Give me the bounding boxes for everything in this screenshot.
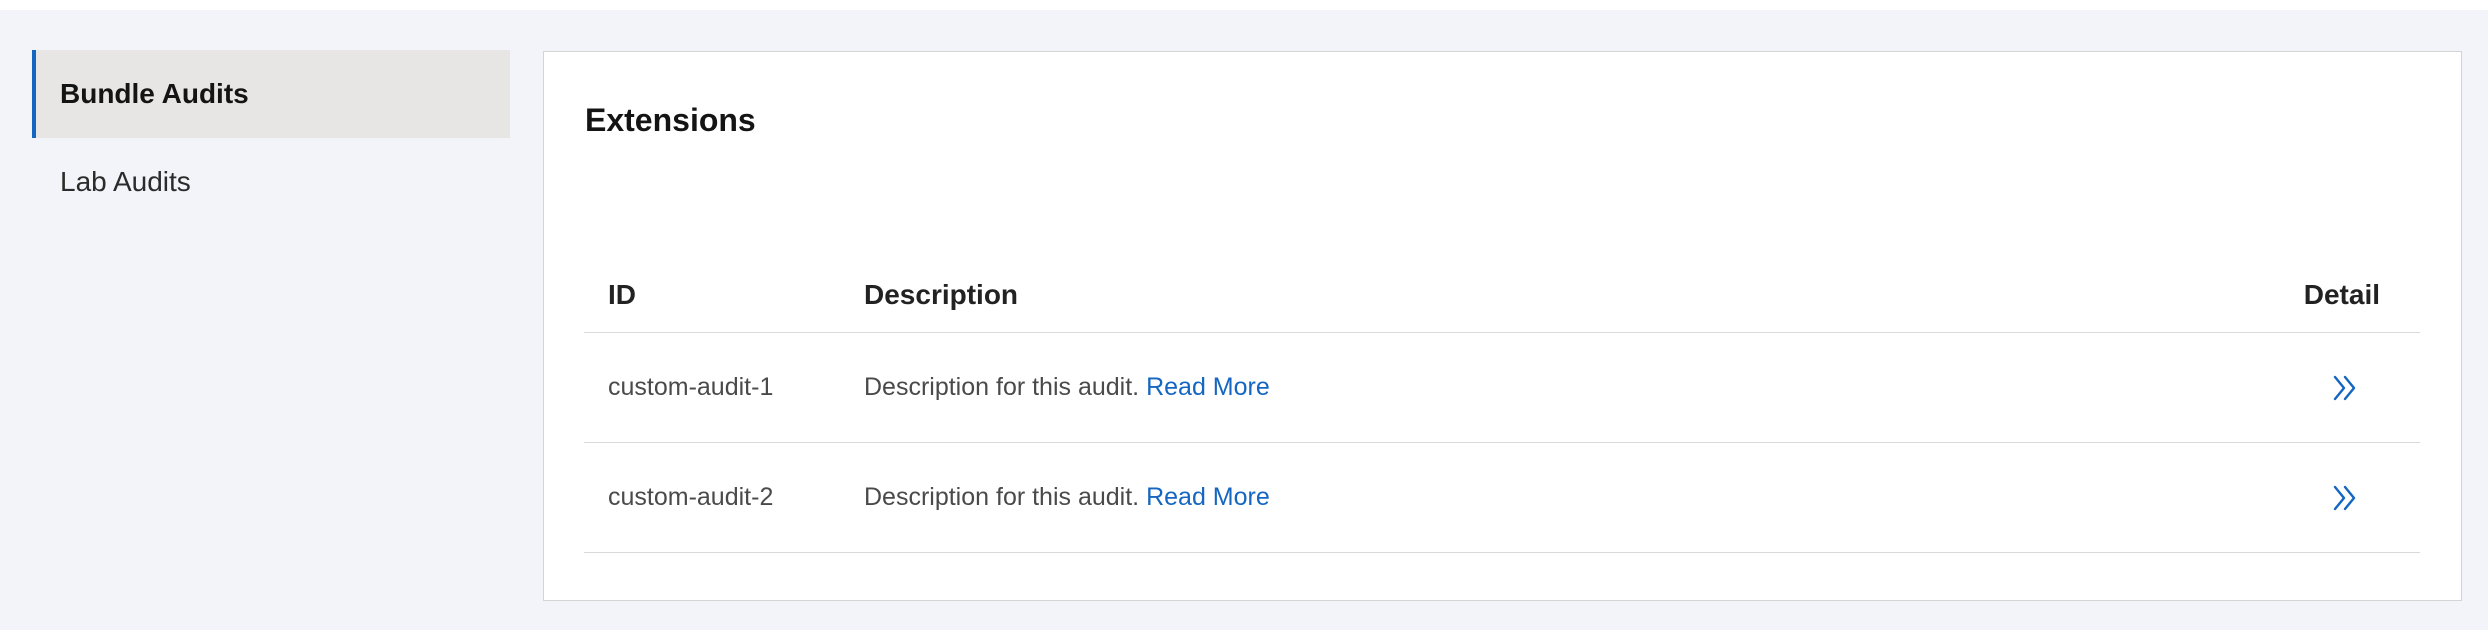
double-chevron-right-icon[interactable] xyxy=(2323,366,2367,410)
row-description: Description for this audit. Read More xyxy=(864,373,2220,402)
extensions-card: Extensions ID Description Detail custom-… xyxy=(543,51,2462,601)
row-detail xyxy=(2220,366,2420,410)
row-id: custom-audit-1 xyxy=(608,373,774,401)
sidebar-item-lab-audits[interactable]: Lab Audits xyxy=(32,138,510,226)
read-more-link[interactable]: Read More xyxy=(1146,373,1270,401)
table-row: custom-audit-2 Description for this audi… xyxy=(584,443,2420,553)
table-row: custom-audit-1 Description for this audi… xyxy=(584,333,2420,443)
extensions-table: ID Description Detail custom-audit-1 Des… xyxy=(584,258,2420,553)
double-chevron-right-icon[interactable] xyxy=(2323,476,2367,520)
read-more-link[interactable]: Read More xyxy=(1146,483,1270,511)
description-text: Description for this audit. xyxy=(864,483,1140,511)
sidebar-item-bundle-audits[interactable]: Bundle Audits xyxy=(32,50,510,138)
description-text: Description for this audit. xyxy=(864,373,1140,401)
column-header-detail: Detail xyxy=(2303,279,2380,310)
row-description: Description for this audit. Read More xyxy=(864,483,2220,512)
row-detail xyxy=(2220,476,2420,520)
top-band xyxy=(0,0,2488,10)
column-header-description: Description xyxy=(864,279,1019,310)
sidebar-item-label: Bundle Audits xyxy=(60,78,249,109)
sidebar: Bundle Audits Lab Audits xyxy=(32,50,510,226)
row-id: custom-audit-2 xyxy=(608,483,774,511)
table-header-row: ID Description Detail xyxy=(584,258,2420,333)
sidebar-item-label: Lab Audits xyxy=(60,166,191,197)
column-header-id: ID xyxy=(608,279,636,310)
page-title: Extensions xyxy=(585,102,756,138)
